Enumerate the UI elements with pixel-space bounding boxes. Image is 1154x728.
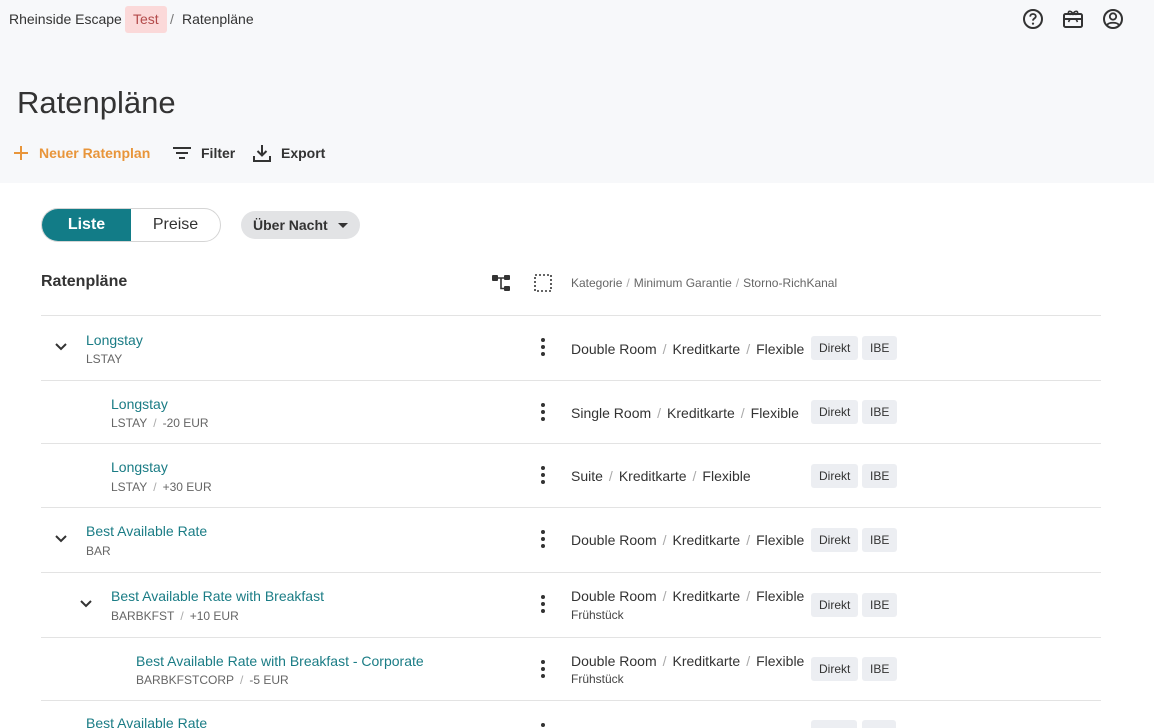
breadcrumb-page: Ratenpläne — [182, 11, 254, 27]
channel-badge: Direkt — [811, 657, 859, 681]
breadcrumb-app[interactable]: Rheinside Escape — [9, 11, 122, 27]
export-button[interactable]: Export — [252, 142, 325, 164]
channel-badge: IBE — [862, 400, 898, 424]
rate-plan-code: LSTAY / +30 EUR — [111, 480, 212, 494]
col-category: Kategorie — [571, 276, 623, 290]
caret-down-icon — [337, 222, 348, 228]
rate-plan-extra: Frühstück — [571, 672, 624, 686]
page-header: Rheinside Escape Test / Ratenpläne Raten… — [0, 0, 1154, 183]
table-row[interactable]: Best Available Rate — [41, 701, 1101, 728]
chevron-down-icon[interactable] — [79, 599, 93, 609]
more-options-icon[interactable] — [538, 338, 548, 358]
chevron-down-icon[interactable] — [54, 534, 68, 544]
rate-plan-code: BARBKFST / +10 EUR — [111, 609, 239, 623]
period-select-label: Über Nacht — [253, 217, 328, 233]
rate-plan-code: BARBKFSTCORP / -5 EUR — [136, 673, 289, 687]
rate-plan-code: BAR — [86, 544, 111, 558]
rate-plan-details: Double Room / Kreditkarte / Flexible — [571, 532, 805, 548]
rate-plan-name[interactable]: Best Available Rate with Breakfast - Cor… — [136, 653, 424, 669]
select-all-icon[interactable] — [533, 273, 553, 293]
table-row[interactable]: Longstay LSTAY / -20 EUR Single Room / Kredi… — [41, 381, 1101, 445]
tab-prices[interactable]: Preise — [131, 209, 220, 241]
table-row[interactable]: Best Available Rate with Breakfast - Cor… — [41, 638, 1101, 702]
col-guarantee: Minimum Garantie — [633, 276, 732, 290]
channel-badge: IBE — [862, 336, 898, 360]
rate-plan-extra: Frühstück — [571, 608, 624, 622]
rate-plan-details: Single Room / Kreditkarte / Flexible — [571, 405, 799, 421]
new-rate-plan-label: Neuer Ratenplan — [39, 145, 151, 161]
rate-plan-name[interactable]: Best Available Rate with Breakfast — [111, 588, 324, 604]
gift-card-icon[interactable] — [1062, 8, 1084, 30]
period-select[interactable]: Über Nacht — [241, 211, 360, 239]
filter-button[interactable]: Filter — [172, 142, 235, 164]
more-options-icon[interactable] — [538, 660, 548, 680]
tab-list[interactable]: Liste — [42, 209, 131, 241]
col-header-separator: / — [735, 276, 740, 290]
rate-plan-details: Suite / Kreditkarte / Flexible — [571, 468, 751, 484]
channel-badge: IBE — [862, 528, 898, 552]
rate-plan-code: LSTAY / -20 EUR — [111, 416, 209, 430]
channel-badge: IBE — [862, 464, 898, 488]
more-options-icon[interactable] — [538, 595, 548, 615]
export-label: Export — [281, 145, 326, 161]
filter-icon — [173, 147, 191, 159]
more-options-icon[interactable] — [538, 530, 548, 550]
col-cancellation: Storno-Rich — [743, 276, 807, 290]
channel-badge: Direkt — [811, 528, 859, 552]
page-title: Ratenpläne — [17, 85, 176, 120]
channel-badge: IBE — [862, 657, 898, 681]
rate-plan-name[interactable]: Best Available Rate — [86, 523, 207, 539]
rate-plan-details: Double Room / Kreditkarte / Flexible — [571, 588, 805, 604]
account-icon[interactable] — [1102, 8, 1124, 30]
view-toggle: Liste Preise — [41, 208, 221, 242]
rate-plan-code: LSTAY — [86, 352, 123, 366]
table-row[interactable]: Longstay LSTAY / +30 EUR Suite / Kreditkarte… — [41, 444, 1101, 508]
chevron-down-icon[interactable] — [54, 342, 68, 352]
more-options-icon[interactable] — [538, 723, 548, 728]
channel-badge: Direkt — [811, 593, 859, 617]
col-header-separator: / — [626, 276, 630, 290]
new-rate-plan-button[interactable]: Neuer Ratenplan — [12, 142, 150, 164]
column-header: Kategorie / Minimum Garantie / Storno-RichKa… — [571, 276, 837, 290]
rate-plan-name[interactable]: Longstay — [111, 396, 168, 412]
plus-icon — [14, 146, 28, 160]
channel-badge: Direkt — [811, 400, 859, 424]
col-channel: Kanal — [806, 276, 838, 290]
table-row[interactable]: Best Available Rate with Breakfast BARBK… — [41, 573, 1101, 637]
more-options-icon[interactable] — [538, 466, 548, 486]
rate-plan-details: Double Room / Kreditkarte / Flexible — [571, 653, 805, 669]
channel-badge: IBE — [862, 593, 898, 617]
table-row[interactable]: Longstay LSTAY Double Room / Kreditkarte / F… — [41, 316, 1101, 380]
hierarchy-icon[interactable] — [491, 273, 511, 293]
help-icon[interactable] — [1022, 8, 1044, 30]
rate-plan-details: Double Room / Kreditkarte / Flexible — [571, 341, 805, 357]
rate-plan-name[interactable]: Longstay — [111, 459, 168, 475]
filter-label: Filter — [201, 145, 236, 161]
more-options-icon[interactable] — [538, 403, 548, 423]
channel-badge: Direkt — [811, 464, 859, 488]
channel-badge — [862, 720, 896, 728]
breadcrumb-separator: / — [170, 11, 174, 27]
rate-plan-name[interactable]: Best Available Rate — [86, 715, 207, 728]
rate-plan-name[interactable]: Longstay — [86, 332, 143, 348]
download-icon — [253, 145, 271, 162]
channel-badge — [811, 720, 857, 728]
table-row[interactable]: Best Available Rate BAR Double Room / Kred… — [41, 508, 1101, 572]
top-bar: Rheinside Escape Test / Ratenpläne — [0, 0, 1154, 38]
table-title: Ratenpläne — [41, 273, 128, 290]
channel-badge: Direkt — [811, 336, 859, 360]
environment-badge: Test — [125, 6, 167, 33]
